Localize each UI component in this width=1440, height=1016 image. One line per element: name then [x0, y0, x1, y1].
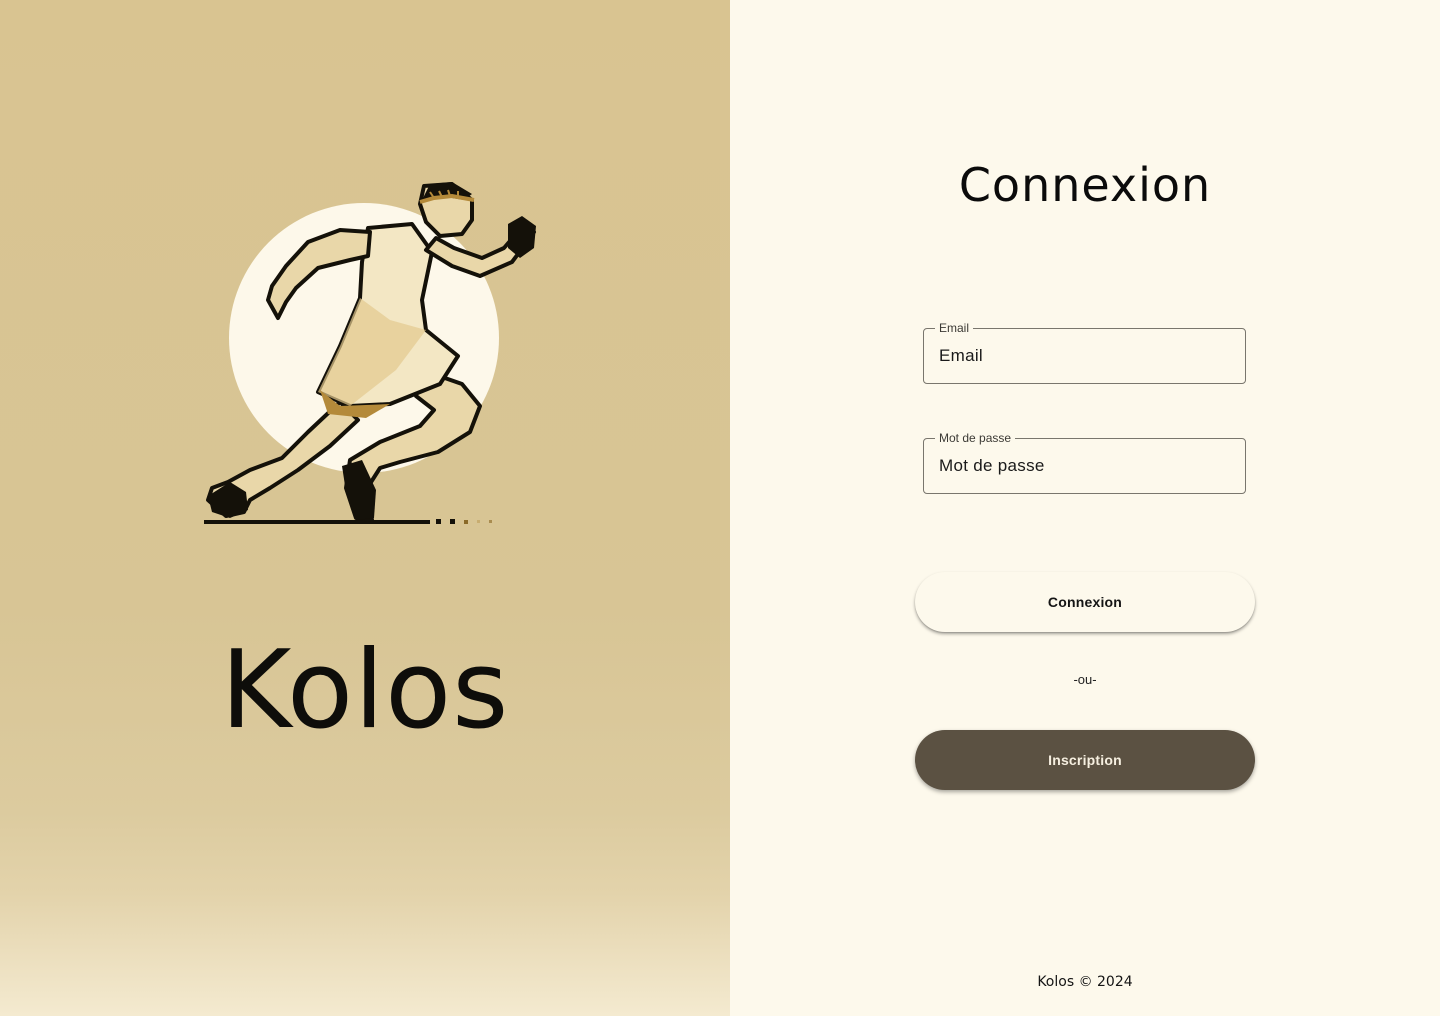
login-button[interactable]: Connexion — [915, 572, 1255, 632]
footer-copyright: Kolos © 2024 — [1037, 974, 1133, 990]
email-input[interactable] — [939, 329, 1229, 383]
page-title: Connexion — [958, 158, 1212, 212]
brand-name: Kolos — [220, 628, 510, 753]
login-panel: Connexion Email Mot de passe Connexion -… — [730, 0, 1440, 1016]
password-field[interactable]: Mot de passe — [923, 431, 1246, 494]
or-separator: -ou- — [1073, 672, 1097, 687]
register-button[interactable]: Inscription — [915, 730, 1255, 790]
greek-runner-icon — [190, 170, 550, 540]
brand-panel: Kolos — [0, 0, 730, 1016]
email-field[interactable]: Email — [923, 321, 1246, 384]
password-input[interactable] — [939, 439, 1229, 493]
